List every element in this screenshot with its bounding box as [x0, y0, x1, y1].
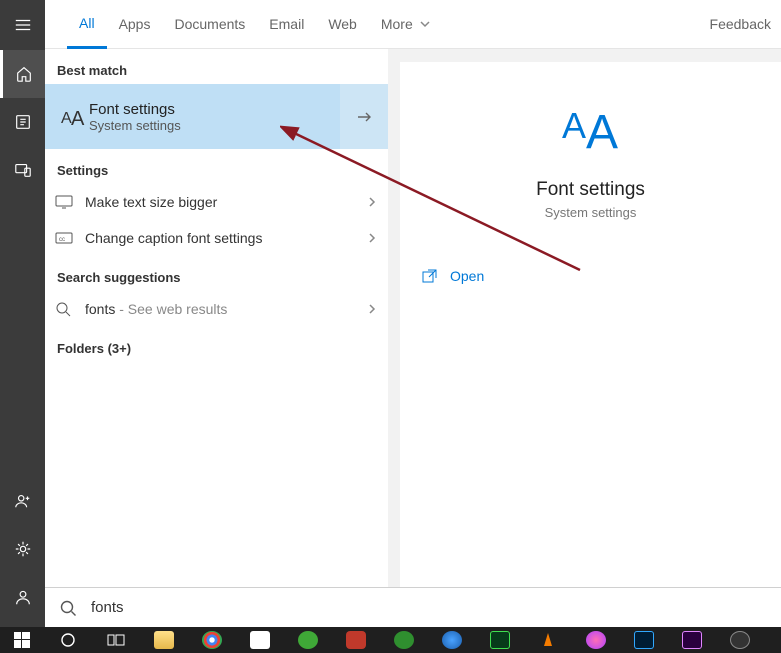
taskbar-taskview[interactable]: [92, 627, 140, 653]
taskbar-itunes[interactable]: [572, 627, 620, 653]
best-match-expand[interactable]: [340, 84, 388, 149]
itunes-icon: [586, 631, 606, 649]
tab-documents[interactable]: Documents: [162, 0, 257, 49]
section-best-match: Best match: [45, 49, 388, 84]
person-add-icon: [14, 492, 32, 510]
premiere-icon: [682, 631, 702, 649]
globe-icon: [442, 631, 462, 649]
arrow-right-icon: [354, 107, 374, 127]
rail-devices[interactable]: [0, 146, 45, 194]
taskbar-app-green1[interactable]: [284, 627, 332, 653]
chevron-down-icon: [419, 18, 431, 30]
tab-apps[interactable]: Apps: [107, 0, 163, 49]
chevron-right-icon: [366, 232, 378, 244]
taskbar-app-red[interactable]: [332, 627, 380, 653]
gear-icon: [14, 540, 32, 558]
preview-open-action[interactable]: Open: [400, 258, 781, 294]
settings-item-text-size[interactable]: Make text size bigger: [45, 184, 388, 220]
person-icon: [14, 588, 32, 606]
taskbar-app-green2[interactable]: [380, 627, 428, 653]
suggestion-term: fonts: [85, 301, 115, 317]
web-suggestion-item[interactable]: fonts - See web results: [45, 291, 388, 327]
tab-more[interactable]: More: [369, 0, 443, 49]
caption-icon: cc: [55, 229, 85, 247]
taskbar-chrome[interactable]: [188, 627, 236, 653]
search-icon: [55, 301, 85, 317]
section-settings: Settings: [45, 149, 388, 184]
hamburger-icon: [14, 16, 32, 34]
rail-home[interactable]: [0, 50, 45, 98]
hamburger-button[interactable]: [0, 0, 45, 50]
taskbar-vlc[interactable]: [524, 627, 572, 653]
start-button[interactable]: [0, 627, 44, 653]
search-bar[interactable]: [45, 587, 781, 627]
font-settings-icon: AA: [55, 103, 89, 131]
taskbar-cortana[interactable]: [44, 627, 92, 653]
svg-text:A: A: [562, 105, 586, 146]
windows-icon: [14, 632, 30, 648]
recent-icon: [14, 113, 32, 131]
taskbar-explorer[interactable]: [140, 627, 188, 653]
chevron-right-icon: [366, 303, 378, 315]
chrome-icon: [202, 631, 222, 649]
taskview-icon: [107, 632, 125, 648]
search-icon: [59, 599, 77, 617]
devices-icon: [14, 161, 32, 179]
app-icon: [394, 631, 414, 649]
rail-account[interactable]: [0, 477, 45, 525]
explorer-icon: [154, 631, 174, 649]
preview-font-icon: A A: [556, 98, 626, 165]
taskbar-premiere[interactable]: [668, 627, 716, 653]
search-results-panel: Best match AA Font settings System setti…: [45, 49, 388, 587]
best-match-item[interactable]: AA Font settings System settings: [45, 84, 388, 149]
best-match-title: Font settings: [89, 101, 181, 118]
taskbar-app-globe[interactable]: [428, 627, 476, 653]
taskbar-photoshop[interactable]: [620, 627, 668, 653]
result-preview-panel: A A Font settings System settings Open: [400, 62, 781, 587]
open-label: Open: [450, 268, 484, 284]
cortana-icon: [60, 632, 76, 648]
vlc-icon: [539, 631, 557, 649]
taskbar-store[interactable]: [236, 627, 284, 653]
chevron-right-icon: [366, 196, 378, 208]
svg-text:cc: cc: [59, 237, 65, 243]
section-folders[interactable]: Folders (3+): [45, 327, 388, 362]
app-icon: [346, 631, 366, 649]
svg-text:A: A: [586, 106, 618, 159]
tab-more-label: More: [381, 16, 413, 32]
svg-text:A: A: [71, 108, 85, 130]
settings-item-caption-font[interactable]: cc Change caption font settings: [45, 220, 388, 256]
app-icon: [298, 631, 318, 649]
preview-title: Font settings: [536, 179, 645, 201]
suggestion-suffix: - See web results: [115, 301, 227, 317]
display-icon: [55, 193, 85, 211]
tab-web[interactable]: Web: [316, 0, 369, 49]
taskbar: [0, 627, 781, 653]
home-icon: [15, 65, 33, 83]
rail-settings[interactable]: [0, 525, 45, 573]
search-input[interactable]: [91, 599, 781, 616]
store-icon: [250, 631, 270, 649]
best-match-subtitle: System settings: [89, 118, 181, 133]
feedback-link[interactable]: Feedback: [710, 16, 771, 32]
tab-email[interactable]: Email: [257, 0, 316, 49]
app-icon: [730, 631, 750, 649]
taskbar-app-dark[interactable]: [716, 627, 764, 653]
rail-profile[interactable]: [0, 573, 45, 621]
rail-recent[interactable]: [0, 98, 45, 146]
taskbar-dreamweaver[interactable]: [476, 627, 524, 653]
preview-subtitle: System settings: [545, 205, 637, 220]
tab-all[interactable]: All: [67, 0, 107, 49]
photoshop-icon: [634, 631, 654, 649]
open-icon: [422, 268, 438, 284]
start-left-rail: [0, 0, 45, 627]
dreamweaver-icon: [490, 631, 510, 649]
section-suggestions: Search suggestions: [45, 256, 388, 291]
search-filter-tabs: All Apps Documents Email Web More Feedba…: [45, 0, 781, 49]
